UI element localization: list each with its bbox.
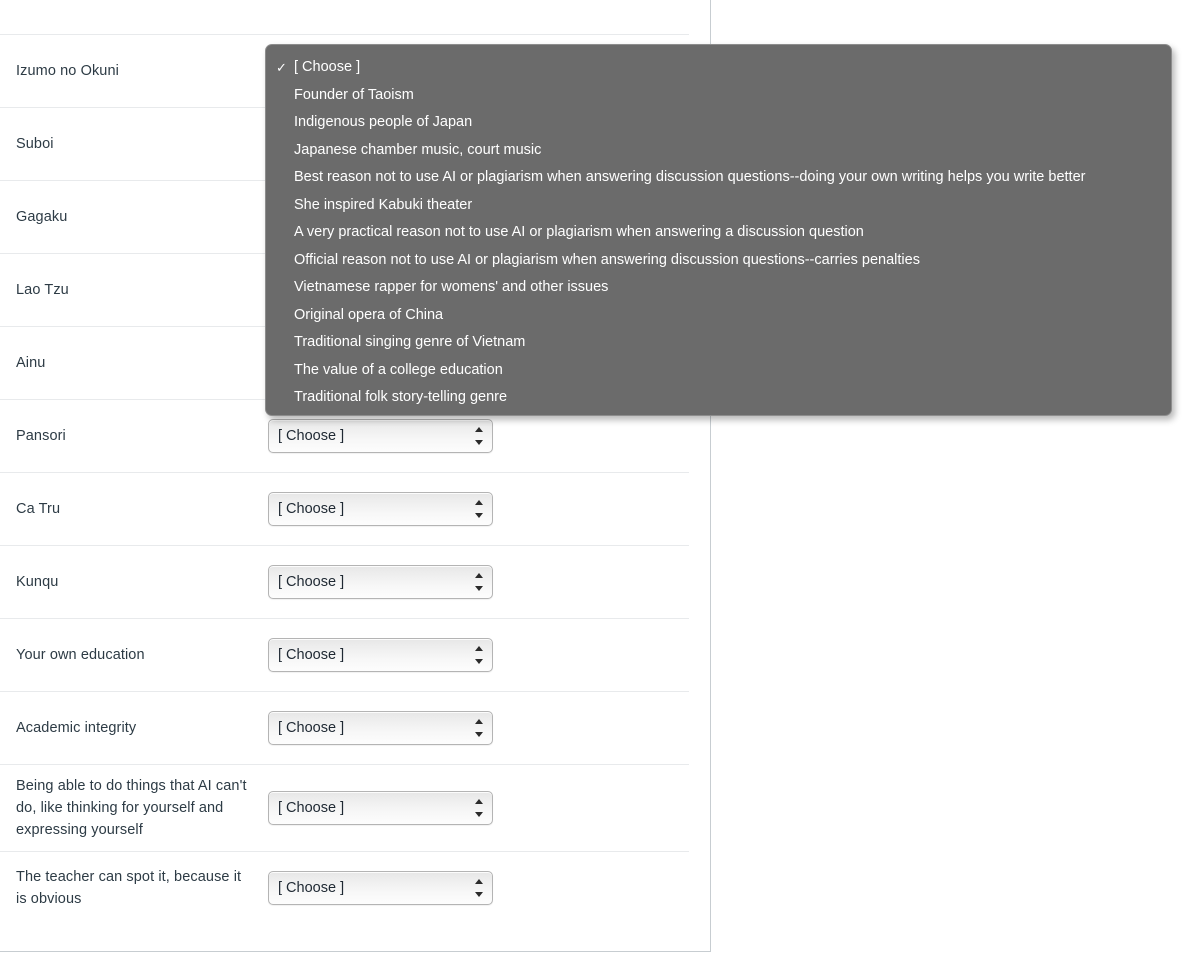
answer-select-value: [ Choose ] xyxy=(278,573,345,590)
matching-row-label: Pansori xyxy=(16,428,66,444)
matching-row-label: Academic integrity xyxy=(16,720,137,736)
dropdown-option-label: Traditional folk story-telling genre xyxy=(294,389,508,405)
answer-select-value: [ Choose ] xyxy=(278,500,345,517)
dropdown-option[interactable]: Indigenous people of Japan xyxy=(266,109,1171,137)
matching-row-label: The teacher can spot it, because it is o… xyxy=(16,869,242,907)
matching-row-control: [ Choose ] xyxy=(268,409,689,463)
chevron-updown-icon xyxy=(474,719,483,737)
chevron-up-icon xyxy=(474,879,483,884)
chevron-down-icon xyxy=(474,513,483,518)
chevron-down-icon xyxy=(474,892,483,897)
matching-row-label: Lao Tzu xyxy=(16,282,69,298)
matching-row-control: [ Choose ] xyxy=(268,628,689,682)
matching-row-label: Izumo no Okuni xyxy=(16,63,119,79)
dropdown-option-label: A very practical reason not to use AI or… xyxy=(294,224,864,240)
dropdown-option-label: Best reason not to use AI or plagiarism … xyxy=(294,169,1086,185)
dropdown-option[interactable]: Official reason not to use AI or plagiar… xyxy=(266,247,1171,275)
chevron-down-icon xyxy=(474,586,483,591)
chevron-down-icon xyxy=(474,659,483,664)
matching-row: Your own education [ Choose ] xyxy=(0,618,689,691)
answer-select[interactable]: [ Choose ] xyxy=(268,871,493,905)
chevron-updown-icon xyxy=(474,573,483,591)
check-icon: ✓ xyxy=(276,60,287,75)
matching-row-control: [ Choose ] xyxy=(268,701,689,755)
dropdown-option[interactable]: She inspired Kabuki theater xyxy=(266,192,1171,220)
dropdown-option-label: Official reason not to use AI or plagiar… xyxy=(294,251,920,268)
matching-row-label: Ca Tru xyxy=(16,501,61,517)
answer-select[interactable]: [ Choose ] xyxy=(268,791,493,825)
dropdown-option-label: Founder of Taoism xyxy=(294,86,414,103)
answer-select[interactable]: [ Choose ] xyxy=(268,419,493,453)
matching-row-control: [ Choose ] xyxy=(268,482,689,536)
dropdown-option[interactable]: Traditional singing genre of Vietnam xyxy=(266,329,1171,357)
answer-options-dropdown[interactable]: ✓ [ Choose ] Founder of Taoism Indigenous p… xyxy=(265,44,1172,416)
dropdown-option[interactable]: Vietnamese rapper for womens' and other … xyxy=(266,274,1171,302)
chevron-up-icon xyxy=(474,719,483,724)
matching-row-label: Ainu xyxy=(16,355,46,371)
dropdown-option[interactable]: Traditional folk story-telling genre xyxy=(266,384,1171,412)
chevron-updown-icon xyxy=(474,427,483,445)
matching-row-control: [ Choose ] xyxy=(268,555,689,609)
matching-row: Kunqu [ Choose ] xyxy=(0,545,689,618)
dropdown-option-label: Traditional singing genre of Vietnam xyxy=(294,334,526,350)
chevron-updown-icon xyxy=(474,646,483,664)
chevron-up-icon xyxy=(474,573,483,578)
chevron-down-icon xyxy=(474,732,483,737)
answer-select[interactable]: [ Choose ] xyxy=(268,711,493,745)
dropdown-option[interactable]: Japanese chamber music, court music xyxy=(266,137,1171,165)
chevron-up-icon xyxy=(474,500,483,505)
matching-row: Ca Tru [ Choose ] xyxy=(0,472,689,545)
dropdown-option[interactable]: Original opera of China xyxy=(266,302,1171,330)
chevron-down-icon xyxy=(474,812,483,817)
answer-select-value: [ Choose ] xyxy=(278,719,345,736)
matching-row-label: Being able to do things that AI can't do… xyxy=(16,778,247,838)
matching-row: Academic integrity [ Choose ] xyxy=(0,691,689,764)
dropdown-option-label: She inspired Kabuki theater xyxy=(294,196,473,213)
matching-row-control: [ Choose ] xyxy=(268,861,689,915)
dropdown-option-label: Indigenous people of Japan xyxy=(294,114,473,130)
matching-row-label: Suboi xyxy=(16,136,54,152)
matching-row-label: Your own education xyxy=(16,647,145,663)
dropdown-option[interactable]: ✓ [ Choose ] xyxy=(266,54,1171,82)
screen-root: Izumo no Okuni [ Choose ] Suboi [ Choose ] G… xyxy=(0,0,1200,956)
chevron-down-icon xyxy=(474,440,483,445)
dropdown-option-label: The value of a college education xyxy=(294,361,503,378)
chevron-updown-icon xyxy=(474,879,483,897)
dropdown-option-label: Original opera of China xyxy=(294,306,444,323)
chevron-up-icon xyxy=(474,427,483,432)
chevron-updown-icon xyxy=(474,500,483,518)
matching-row-label: Gagaku xyxy=(16,209,68,225)
matching-row-label: Kunqu xyxy=(16,574,59,590)
dropdown-option-label: [ Choose ] xyxy=(294,59,361,75)
answer-select-value: [ Choose ] xyxy=(278,427,345,444)
dropdown-option[interactable]: Founder of Taoism xyxy=(266,82,1171,110)
answer-select-value: [ Choose ] xyxy=(278,879,345,896)
dropdown-option[interactable]: Best reason not to use AI or plagiarism … xyxy=(266,164,1171,192)
dropdown-option-label: Japanese chamber music, court music xyxy=(294,141,542,158)
chevron-up-icon xyxy=(474,646,483,651)
answer-select-value: [ Choose ] xyxy=(278,646,345,663)
answer-select[interactable]: [ Choose ] xyxy=(268,638,493,672)
answer-select-value: [ Choose ] xyxy=(278,799,345,816)
chevron-up-icon xyxy=(474,799,483,804)
answer-select[interactable]: [ Choose ] xyxy=(268,565,493,599)
chevron-updown-icon xyxy=(474,799,483,817)
dropdown-option[interactable]: The value of a college education xyxy=(266,357,1171,385)
answer-select[interactable]: [ Choose ] xyxy=(268,492,493,526)
matching-row: Being able to do things that AI can't do… xyxy=(0,764,689,851)
dropdown-option[interactable]: A very practical reason not to use AI or… xyxy=(266,219,1171,247)
matching-row-control: [ Choose ] xyxy=(268,781,689,835)
matching-row: The teacher can spot it, because it is o… xyxy=(0,851,689,924)
dropdown-option-label: Vietnamese rapper for womens' and other … xyxy=(294,279,609,295)
